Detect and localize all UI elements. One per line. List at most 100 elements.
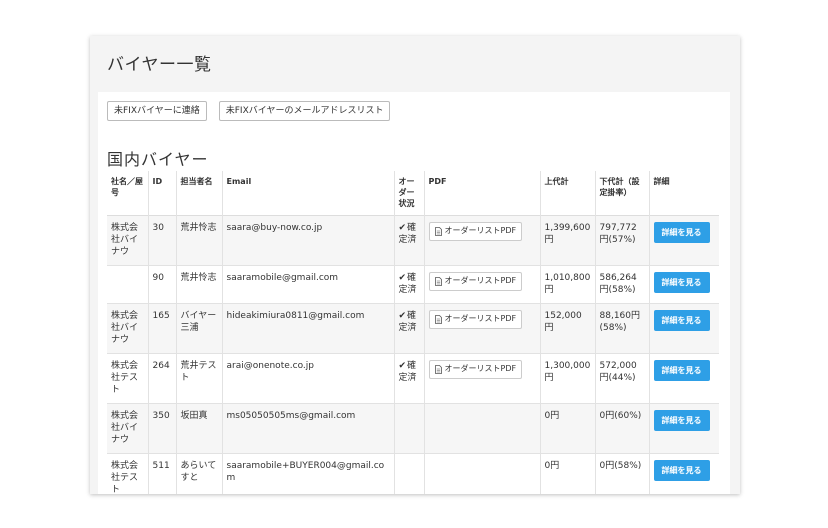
- cell-email: ms05050505ms@gmail.com: [222, 403, 395, 453]
- header-lower-price: 下代計（設定掛率）: [595, 171, 650, 215]
- header-upper-price: 上代計: [540, 171, 596, 215]
- view-detail-button[interactable]: 詳細を見る: [653, 309, 710, 331]
- toolbar: 未FIXバイヤーに連絡 未FIXバイヤーのメールアドレスリスト: [107, 101, 391, 121]
- cell-order-status: ✔確定済: [394, 303, 425, 353]
- order-list-pdf-label: オーダーリストPDF: [444, 364, 517, 373]
- view-detail-button[interactable]: 詳細を見る: [653, 221, 710, 243]
- order-list-pdf-button[interactable]: オーダーリストPDF: [428, 221, 523, 241]
- cell-pdf: [424, 453, 541, 494]
- document-icon: [434, 226, 442, 236]
- cell-lower-price: 0円(60%): [595, 403, 650, 453]
- cell-company: 株式会社テスト: [107, 453, 149, 494]
- cell-detail: 詳細を見る: [649, 453, 719, 494]
- cell-person: あらいてすと: [176, 453, 223, 494]
- header-company: 社名／屋号: [107, 171, 149, 215]
- cell-order-status: ✔確定済: [394, 265, 425, 303]
- cell-upper-price: 1,300,000円: [540, 353, 596, 403]
- view-detail-button[interactable]: 詳細を見る: [653, 459, 710, 481]
- cell-pdf: オーダーリストPDF: [424, 215, 541, 265]
- cell-email: arai@onenote.co.jp: [222, 353, 395, 403]
- cell-upper-price: 0円: [540, 453, 596, 494]
- order-list-pdf-button[interactable]: オーダーリストPDF: [428, 309, 523, 329]
- page-title: バイヤー一覧: [107, 55, 212, 75]
- cell-company: 株式会社バイナウ: [107, 303, 149, 353]
- cell-id: 264: [148, 353, 177, 403]
- header-detail: 詳細: [653, 177, 670, 186]
- table-row: 株式会社バイナウ 30 荒井怜志 saara@buy-now.co.jp ✔確定済 オーダ…: [107, 215, 719, 265]
- cell-email: saara@buy-now.co.jp: [222, 215, 395, 265]
- cell-person: 荒井怜志: [176, 215, 223, 265]
- cell-order-status: [394, 403, 425, 453]
- order-list-pdf-button[interactable]: オーダーリストPDF: [428, 359, 523, 379]
- cell-lower-price: 0円(58%): [595, 453, 650, 494]
- order-list-pdf-button[interactable]: オーダーリストPDF: [428, 271, 523, 291]
- cell-lower-price: 572,000円(44%): [595, 353, 650, 403]
- unfixed-buyers-email-list-button[interactable]: 未FIXバイヤーのメールアドレスリスト: [218, 101, 391, 121]
- cell-person: 荒井怜志: [176, 265, 223, 303]
- buyers-table: 社名／屋号 ID 担当者名 Email オーダー状況 PDF 上代計 下代計（設…: [107, 171, 719, 494]
- cell-detail: 詳細を見る: [649, 215, 719, 265]
- header-person: 担当者名: [176, 171, 223, 215]
- cell-pdf: オーダーリストPDF: [424, 353, 541, 403]
- cell-person: 坂田真: [176, 403, 223, 453]
- cell-id: 165: [148, 303, 177, 353]
- cell-id: 30: [148, 215, 177, 265]
- checkmark-icon: ✔: [398, 310, 407, 321]
- cell-pdf: オーダーリストPDF: [424, 265, 541, 303]
- contact-unfixed-buyers-button[interactable]: 未FIXバイヤーに連絡: [107, 101, 207, 121]
- cell-id: 90: [148, 265, 177, 303]
- view-detail-button[interactable]: 詳細を見る: [653, 409, 710, 431]
- cell-person: バイヤー三浦: [176, 303, 223, 353]
- document-icon: [434, 314, 442, 324]
- view-detail-button[interactable]: 詳細を見る: [653, 271, 710, 293]
- checkmark-icon: ✔: [398, 360, 407, 371]
- cell-company: [107, 265, 149, 303]
- cell-person: 荒井テスト: [176, 353, 223, 403]
- cell-id: 350: [148, 403, 177, 453]
- view-detail-button[interactable]: 詳細を見る: [653, 359, 710, 381]
- cell-lower-price: 88,160円(58%): [595, 303, 650, 353]
- cell-upper-price: 152,000円: [540, 303, 596, 353]
- cell-email: saaramobile@gmail.com: [222, 265, 395, 303]
- cell-upper-price: 0円: [540, 403, 596, 453]
- document-icon: [434, 276, 442, 286]
- table-row: 90 荒井怜志 saaramobile@gmail.com ✔確定済 オーダーリストPD…: [107, 265, 719, 303]
- cell-detail: 詳細を見る: [649, 265, 719, 303]
- order-list-pdf-label: オーダーリストPDF: [444, 314, 517, 323]
- table-row: 株式会社バイナウ 165 バイヤー三浦 hideakimiura0811@gmail.…: [107, 303, 719, 353]
- checkmark-icon: ✔: [398, 222, 407, 233]
- cell-order-status: ✔確定済: [394, 215, 425, 265]
- cell-email: hideakimiura0811@gmail.com: [222, 303, 395, 353]
- cell-lower-price: 797,772円(57%): [595, 215, 650, 265]
- table-row: 株式会社バイナウ 350 坂田真 ms05050505ms@gmail.com 0円 0円…: [107, 403, 719, 453]
- cell-detail: 詳細を見る: [649, 353, 719, 403]
- cell-order-status: [394, 453, 425, 494]
- table-header-row: 社名／屋号 ID 担当者名 Email オーダー状況 PDF 上代計 下代計（設…: [107, 171, 719, 215]
- header-pdf: PDF: [424, 171, 541, 215]
- checkmark-icon: ✔: [398, 272, 407, 283]
- cell-pdf: オーダーリストPDF: [424, 303, 541, 353]
- header-email: Email: [222, 171, 395, 215]
- cell-email: saaramobile+BUYER004@gmail.com: [222, 453, 395, 494]
- section-title-domestic-buyers: 国内バイヤー: [107, 150, 209, 169]
- header-id: ID: [148, 171, 177, 215]
- cell-detail: 詳細を見る: [649, 303, 719, 353]
- cell-company: 株式会社バイナウ: [107, 215, 149, 265]
- cell-upper-price: 1,010,800円: [540, 265, 596, 303]
- cell-id: 511: [148, 453, 177, 494]
- buyer-list-panel: バイヤー一覧 未FIXバイヤーに連絡 未FIXバイヤーのメールアドレスリスト 国…: [90, 36, 740, 494]
- cell-order-status: ✔確定済: [394, 353, 425, 403]
- header-order-status: オーダー状況: [394, 171, 425, 215]
- cell-company: 株式会社テスト: [107, 353, 149, 403]
- cell-detail: 詳細を見る: [649, 403, 719, 453]
- cell-lower-price: 586,264円(58%): [595, 265, 650, 303]
- order-list-pdf-label: オーダーリストPDF: [444, 276, 517, 285]
- cell-company: 株式会社バイナウ: [107, 403, 149, 453]
- table-row: 株式会社テスト 511 あらいてすと saaramobile+BUYER004@gma…: [107, 453, 719, 494]
- content-area: 未FIXバイヤーに連絡 未FIXバイヤーのメールアドレスリスト 国内バイヤー 社…: [98, 92, 730, 494]
- order-list-pdf-label: オーダーリストPDF: [444, 226, 517, 235]
- table-row: 株式会社テスト 264 荒井テスト arai@onenote.co.jp ✔確定済 オーダ…: [107, 353, 719, 403]
- document-icon: [434, 364, 442, 374]
- cell-pdf: [424, 403, 541, 453]
- cell-upper-price: 1,399,600円: [540, 215, 596, 265]
